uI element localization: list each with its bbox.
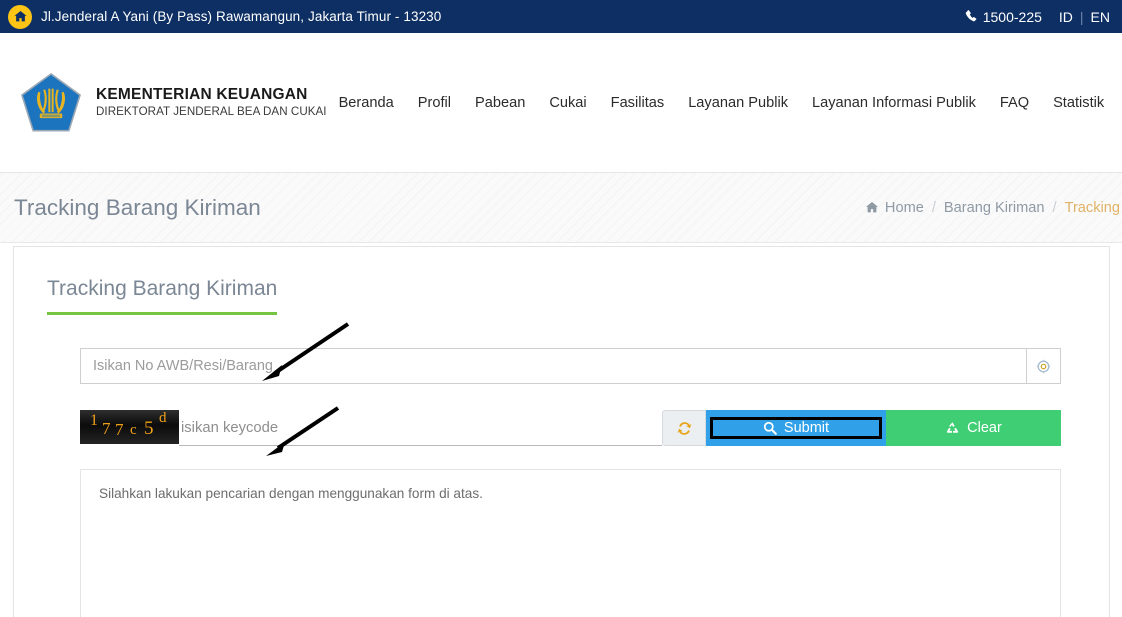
refresh-captcha-button[interactable] <box>662 410 706 446</box>
captcha-char: 5 <box>144 418 154 439</box>
clear-button[interactable]: Clear <box>886 410 1061 446</box>
submit-button-label: Submit <box>783 420 830 436</box>
breadcrumb-band: Tracking Barang Kiriman Home / Barang Ki… <box>0 173 1122 243</box>
nav-item-layanan-publik[interactable]: Layanan Publik <box>676 95 800 111</box>
nav-item-statistik[interactable]: Statistik <box>1041 95 1116 111</box>
phone-icon <box>965 10 978 23</box>
site-header: KEMENTERIAN KEUANGAN DIREKTORAT JENDERAL… <box>0 33 1122 173</box>
brand-line-secondary: DIREKTORAT JENDERAL BEA DAN CUKAI <box>96 105 327 119</box>
captcha-char: 1 <box>90 412 98 429</box>
captcha-char: 7 <box>115 420 124 439</box>
breadcrumb: Home / Barang Kiriman / Tracking <box>865 200 1122 216</box>
tracking-form: 1 7 7 c 5 d <box>34 348 1089 617</box>
captcha-char: d <box>159 410 167 426</box>
captcha-row: 1 7 7 c 5 d isikan keycode Submit Clear <box>80 410 1061 446</box>
lang-link-en[interactable]: EN <box>1091 9 1110 25</box>
card-title-wrap: Tracking Barang Kiriman <box>34 277 1089 315</box>
brand-line-primary: KEMENTERIAN KEUANGAN <box>96 86 308 104</box>
nav-item-fasilitas[interactable]: Fasilitas <box>599 95 677 111</box>
awb-input-group <box>80 348 1061 384</box>
page-root: Jl.Jenderal A Yani (By Pass) Rawamangun,… <box>0 0 1122 617</box>
topbar-right-group: 1500-225 ID | EN <box>965 9 1110 25</box>
tracking-card: Tracking Barang Kiriman Isikan No AWB/Re… <box>13 246 1110 617</box>
captcha-char: c <box>130 422 137 438</box>
nav-item-layanan-informasi-publik[interactable]: Layanan Informasi Publik <box>800 95 988 111</box>
awb-input[interactable] <box>80 348 1026 384</box>
card-body: Tracking Barang Kiriman Isikan No AWB/Re… <box>14 247 1109 617</box>
breadcrumb-item-tracking[interactable]: Tracking <box>1065 200 1120 216</box>
breadcrumb-item-barang-kiriman[interactable]: Barang Kiriman <box>944 200 1045 216</box>
breadcrumb-separator: / <box>1052 199 1057 216</box>
nav-item-beranda[interactable]: Beranda <box>327 95 406 111</box>
recycle-icon <box>945 421 960 436</box>
topbar-phone-number[interactable]: 1500-225 <box>983 9 1042 25</box>
topbar-address: Jl.Jenderal A Yani (By Pass) Rawamangun,… <box>41 9 442 24</box>
nav-item-cukai[interactable]: Cukai <box>537 95 598 111</box>
card-title: Tracking Barang Kiriman <box>47 277 278 315</box>
home-icon[interactable] <box>8 4 32 29</box>
result-message: Silahkan lakukan pencarian dengan menggu… <box>99 486 483 501</box>
topbar: Jl.Jenderal A Yani (By Pass) Rawamangun,… <box>0 0 1122 33</box>
compass-icon[interactable] <box>1026 348 1061 384</box>
ministry-of-finance-logo-icon <box>20 72 82 132</box>
submit-button-wrapper: Submit <box>706 410 886 446</box>
keycode-input[interactable] <box>179 410 662 446</box>
brand-logo-group[interactable]: KEMENTERIAN KEUANGAN DIREKTORAT JENDERAL… <box>18 70 327 136</box>
captcha-char: 7 <box>102 419 111 438</box>
clear-button-label: Clear <box>967 420 1002 436</box>
main-navigation: Beranda Profil Pabean Cukai Fasilitas La… <box>327 86 1122 120</box>
lang-link-id[interactable]: ID <box>1059 9 1073 25</box>
submit-button[interactable]: Submit <box>710 417 882 439</box>
refresh-icon <box>677 421 691 435</box>
nav-item-profil[interactable]: Profil <box>406 95 463 111</box>
captcha-image: 1 7 7 c 5 d <box>80 410 179 444</box>
brand-text: KEMENTERIAN KEUANGAN DIREKTORAT JENDERAL… <box>96 86 327 118</box>
nav-item-pabean[interactable]: Pabean <box>463 95 537 111</box>
lang-separator: | <box>1079 8 1084 25</box>
breadcrumb-separator: / <box>931 199 936 216</box>
page-title: Tracking Barang Kiriman <box>14 194 261 220</box>
result-panel: Silahkan lakukan pencarian dengan menggu… <box>80 469 1061 617</box>
breadcrumb-item-home[interactable]: Home <box>885 200 924 216</box>
home-icon <box>865 201 879 214</box>
search-icon <box>763 421 777 435</box>
nav-item-faq[interactable]: FAQ <box>988 95 1041 111</box>
